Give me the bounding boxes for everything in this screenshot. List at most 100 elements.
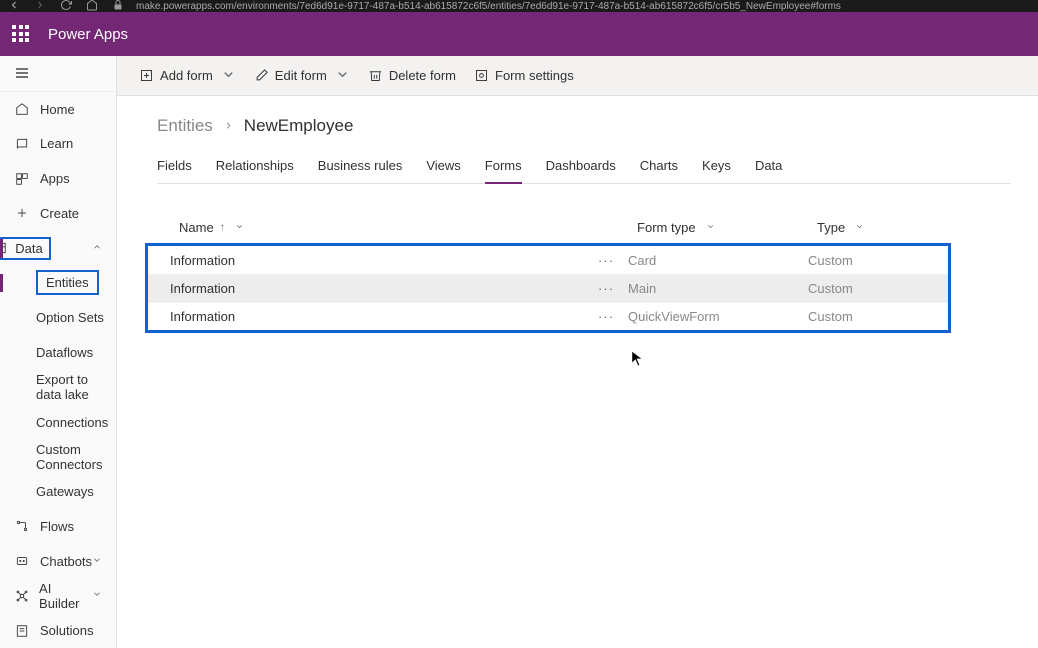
flows-icon [14, 518, 30, 534]
sidebar-item-label: Flows [40, 519, 74, 534]
chevron-down-icon [855, 222, 864, 233]
form-type: Main [628, 281, 808, 296]
cmd-form-settings[interactable]: Form settings [474, 68, 574, 83]
top-app-bar: Power Apps [0, 12, 1038, 56]
cmd-add-form[interactable]: Add form [139, 67, 236, 84]
sidebar-item-label: AI Builder [39, 581, 92, 611]
table-row[interactable]: Information ··· QuickViewForm Custom [148, 302, 948, 330]
more-actions-icon[interactable]: ··· [598, 253, 614, 268]
sidebar-item-label: Solutions [40, 623, 93, 638]
chevron-down-icon [221, 67, 236, 84]
lock-icon [112, 0, 124, 14]
sidebar-item-aibuilder[interactable]: AI Builder [0, 578, 116, 613]
sidebar-item-label: Create [40, 206, 79, 221]
selected-indicator [0, 239, 3, 258]
form-custom-type: Custom [808, 281, 948, 296]
column-header-formtype[interactable]: Form type [637, 220, 817, 235]
sidebar-item-label: Apps [40, 171, 70, 186]
chatbots-icon [14, 553, 30, 569]
sidebar-toggle[interactable] [0, 56, 116, 92]
form-custom-type: Custom [808, 253, 948, 268]
chevron-down-icon [235, 222, 244, 233]
browser-forward-icon[interactable] [34, 0, 46, 14]
sidebar-subitem-custom-connectors[interactable]: Custom Connectors [0, 439, 116, 474]
sidebar-item-learn[interactable]: Learn [0, 127, 116, 162]
sidebar-item-solutions[interactable]: Solutions [0, 613, 116, 648]
tab-views[interactable]: Views [426, 152, 460, 183]
sidebar-subitem-export[interactable]: Export to data lake [0, 370, 116, 405]
browser-nav-icons [8, 0, 124, 14]
breadcrumb: Entities NewEmployee [157, 116, 1011, 136]
tab-dashboards[interactable]: Dashboards [546, 152, 616, 183]
learn-icon [14, 136, 30, 152]
sidebar-item-create[interactable]: Create [0, 196, 116, 231]
sidebar-subitem-label: Dataflows [36, 345, 93, 360]
sidebar-subitem-label: Connections [36, 415, 108, 430]
more-actions-icon[interactable]: ··· [598, 309, 614, 324]
tab-charts[interactable]: Charts [640, 152, 678, 183]
browser-refresh-icon[interactable] [60, 0, 72, 14]
tab-relationships[interactable]: Relationships [216, 152, 294, 183]
sidebar-item-home[interactable]: Home [0, 92, 116, 127]
sidebar-subitem-optionsets[interactable]: Option Sets [0, 300, 116, 335]
cmd-edit-form[interactable]: Edit form [254, 67, 350, 84]
solutions-icon [14, 623, 30, 639]
browser-back-icon[interactable] [8, 0, 20, 14]
tab-forms[interactable]: Forms [485, 152, 522, 183]
table-header: Name ↑ Form type Type [157, 212, 1011, 243]
sidebar-subitem-label: Export to data lake [36, 372, 116, 402]
app-launcher-icon[interactable] [12, 25, 30, 43]
cmd-label: Edit form [275, 68, 327, 83]
sidebar-subitem-dataflows[interactable]: Dataflows [0, 335, 116, 370]
tab-fields[interactable]: Fields [157, 152, 192, 183]
column-header-type[interactable]: Type [817, 220, 957, 235]
command-bar: Add form Edit form Delete form Form sett… [117, 56, 1038, 96]
sidebar-subitem-label: Gateways [36, 484, 94, 499]
table-row[interactable]: Information ··· Card Custom [148, 246, 948, 274]
chevron-down-icon [335, 67, 350, 84]
sidebar-item-apps[interactable]: Apps [0, 161, 116, 196]
cursor-icon [631, 350, 645, 373]
tab-business-rules[interactable]: Business rules [318, 152, 403, 183]
tab-data[interactable]: Data [755, 152, 782, 183]
sidebar-item-chatbots[interactable]: Chatbots [0, 544, 116, 579]
cmd-label: Form settings [495, 68, 574, 83]
main-area: Add form Edit form Delete form Form sett… [117, 56, 1038, 648]
cmd-label: Add form [160, 68, 213, 83]
content-area: Entities NewEmployee Fields Relationship… [117, 96, 1038, 648]
home-icon [14, 101, 30, 117]
sidebar-subitem-connections[interactable]: Connections [0, 405, 116, 440]
form-name: Information [170, 309, 235, 324]
sidebar-subitem-label: Option Sets [36, 310, 104, 325]
highlight-box: Information ··· Card Custom Information … [145, 243, 951, 333]
form-custom-type: Custom [808, 309, 948, 324]
sidebar-item-label: Data [15, 241, 42, 256]
app-title: Power Apps [48, 26, 128, 43]
breadcrumb-root[interactable]: Entities [157, 116, 213, 136]
sidebar-item-label: Home [40, 102, 75, 117]
tab-keys[interactable]: Keys [702, 152, 731, 183]
browser-home-icon[interactable] [86, 0, 98, 14]
sidebar-subitem-gateways[interactable]: Gateways [0, 474, 116, 509]
sidebar-subitem-label: Entities [46, 275, 89, 290]
browser-url[interactable]: make.powerapps.com/environments/7ed6d91e… [136, 1, 841, 12]
chevron-right-icon [223, 119, 234, 134]
form-type: Card [628, 253, 808, 268]
form-type: QuickViewForm [628, 309, 808, 324]
selected-indicator [0, 274, 3, 293]
more-actions-icon[interactable]: ··· [598, 281, 614, 296]
column-label: Name [179, 220, 214, 235]
column-header-name[interactable]: Name ↑ [157, 220, 637, 235]
table-row[interactable]: Information ··· Main Custom [148, 274, 948, 302]
sort-ascending-icon: ↑ [220, 222, 225, 233]
chevron-up-icon [92, 242, 102, 255]
cmd-label: Delete form [389, 68, 456, 83]
plus-icon [14, 205, 30, 221]
form-name: Information [170, 253, 235, 268]
forms-table: Name ↑ Form type Type [157, 212, 1011, 333]
cmd-delete-form[interactable]: Delete form [368, 68, 456, 83]
sidebar-item-label: Learn [40, 136, 73, 151]
sidebar-subitem-entities[interactable]: Entities [0, 266, 116, 301]
sidebar-item-data[interactable]: Data [0, 231, 116, 266]
sidebar-item-flows[interactable]: Flows [0, 509, 116, 544]
